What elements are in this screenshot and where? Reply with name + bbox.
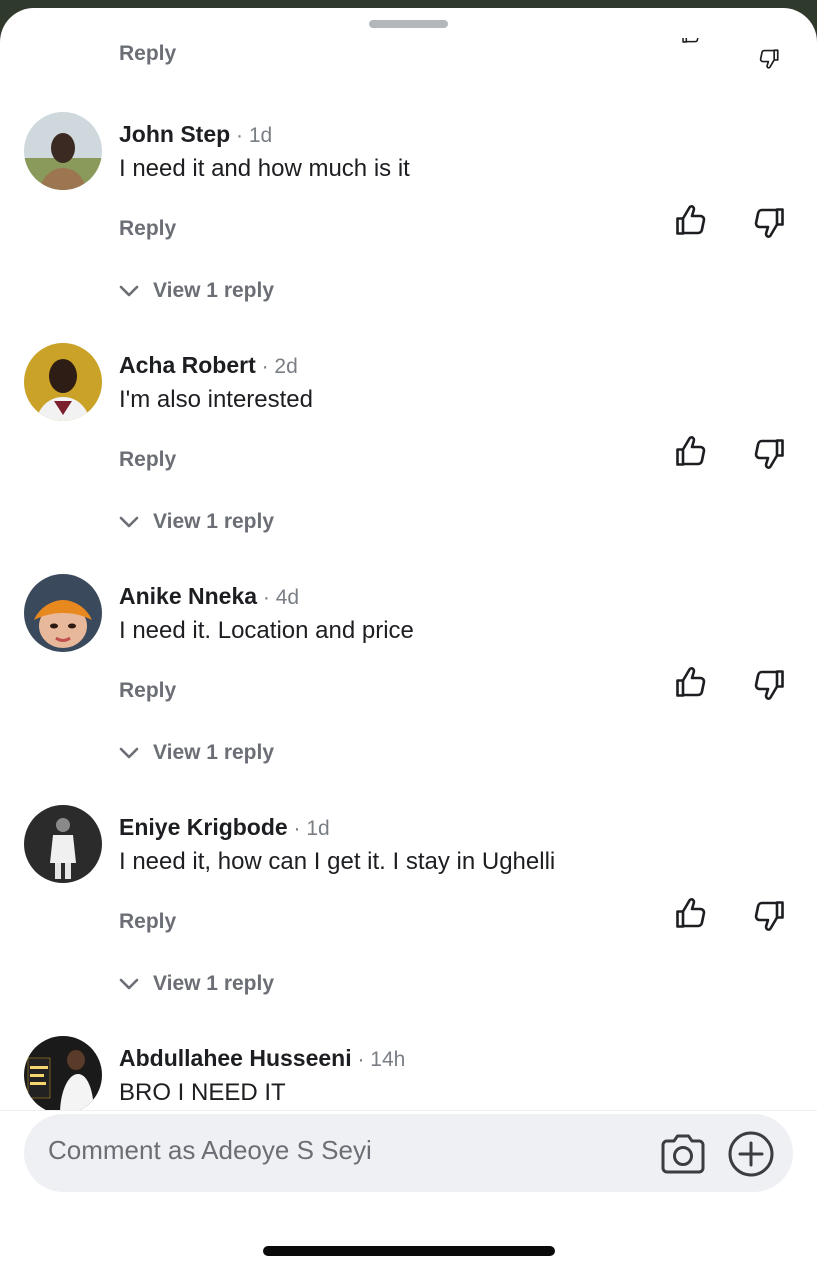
comment-input[interactable]: [48, 1135, 608, 1166]
avatar[interactable]: [24, 343, 102, 421]
comment-list[interactable]: Reply John Step · 1d I need it and how m…: [0, 8, 817, 1110]
comment-composer[interactable]: [24, 1114, 793, 1192]
avatar[interactable]: [24, 112, 102, 190]
avatar-image: [24, 1036, 102, 1110]
avatar-image: [24, 343, 102, 421]
comment-time: · 2d: [255, 355, 298, 378]
reply-button[interactable]: Reply: [119, 448, 176, 472]
thumbs-down-icon[interactable]: [752, 48, 786, 70]
author-name: Anike Nneka: [119, 583, 258, 609]
reply-button[interactable]: Reply: [119, 217, 176, 241]
view-replies-button[interactable]: View 1 reply: [119, 510, 274, 534]
thumbs-up-icon[interactable]: [674, 434, 708, 468]
author-name: John Step: [119, 121, 231, 147]
thumbs-up-icon[interactable]: [674, 203, 708, 237]
comment-author[interactable]: Eniye Krigbode · 1d: [119, 814, 330, 841]
reply-button[interactable]: Reply: [119, 679, 176, 703]
plus-circle-icon[interactable]: [727, 1130, 775, 1178]
avatar[interactable]: [24, 1036, 102, 1110]
chevron-down-icon: [119, 747, 139, 759]
chevron-down-icon: [119, 978, 139, 990]
thumbs-up-icon[interactable]: [674, 38, 708, 58]
view-replies-label: View 1 reply: [153, 972, 275, 995]
author-name: Eniye Krigbode: [119, 814, 288, 840]
view-replies-label: View 1 reply: [153, 510, 275, 533]
avatar[interactable]: [24, 805, 102, 883]
comment-author[interactable]: John Step · 1d: [119, 121, 272, 148]
avatar-image: [24, 805, 102, 883]
comment-author[interactable]: Abdullahee Husseeni · 14h: [119, 1045, 405, 1072]
home-indicator[interactable]: [263, 1246, 555, 1256]
reply-button[interactable]: Reply: [119, 910, 176, 934]
comments-sheet: Reply John Step · 1d I need it and how m…: [0, 8, 817, 1280]
view-replies-label: View 1 reply: [153, 741, 275, 764]
thumbs-up-icon[interactable]: [674, 665, 708, 699]
avatar[interactable]: [24, 574, 102, 652]
comment-text: I'm also interested: [119, 386, 314, 413]
comment-text: BRO I NEED IT: [119, 1079, 286, 1106]
avatar-image: [24, 112, 102, 190]
chevron-down-icon: [119, 285, 139, 297]
comment-author[interactable]: Anike Nneka · 4d: [119, 583, 299, 610]
comment-time: · 1d: [230, 124, 273, 147]
comment-time: · 14h: [351, 1048, 406, 1071]
comment-author[interactable]: Acha Robert · 2d: [119, 352, 298, 379]
reply-button[interactable]: Reply: [119, 42, 176, 66]
comment-text: I need it and how much is it: [119, 155, 410, 182]
view-replies-button[interactable]: View 1 reply: [119, 741, 274, 765]
comment-text: I need it, how can I get it. I stay in U…: [119, 848, 556, 875]
chevron-down-icon: [119, 516, 139, 528]
thumbs-up-icon[interactable]: [674, 896, 708, 930]
view-replies-button[interactable]: View 1 reply: [119, 279, 274, 303]
comment-text: I need it. Location and price: [119, 617, 414, 644]
thumbs-down-icon[interactable]: [752, 437, 786, 471]
thumbs-down-icon[interactable]: [752, 206, 786, 240]
view-replies-label: View 1 reply: [153, 279, 275, 302]
thumbs-down-icon[interactable]: [752, 668, 786, 702]
thumbs-down-icon[interactable]: [752, 899, 786, 933]
comment-time: · 1d: [287, 817, 330, 840]
view-replies-button[interactable]: View 1 reply: [119, 972, 274, 996]
author-name: Abdullahee Husseeni: [119, 1045, 352, 1071]
camera-icon[interactable]: [659, 1132, 707, 1176]
comment-time: · 4d: [257, 586, 300, 609]
author-name: Acha Robert: [119, 352, 256, 378]
avatar-image: [24, 574, 102, 652]
